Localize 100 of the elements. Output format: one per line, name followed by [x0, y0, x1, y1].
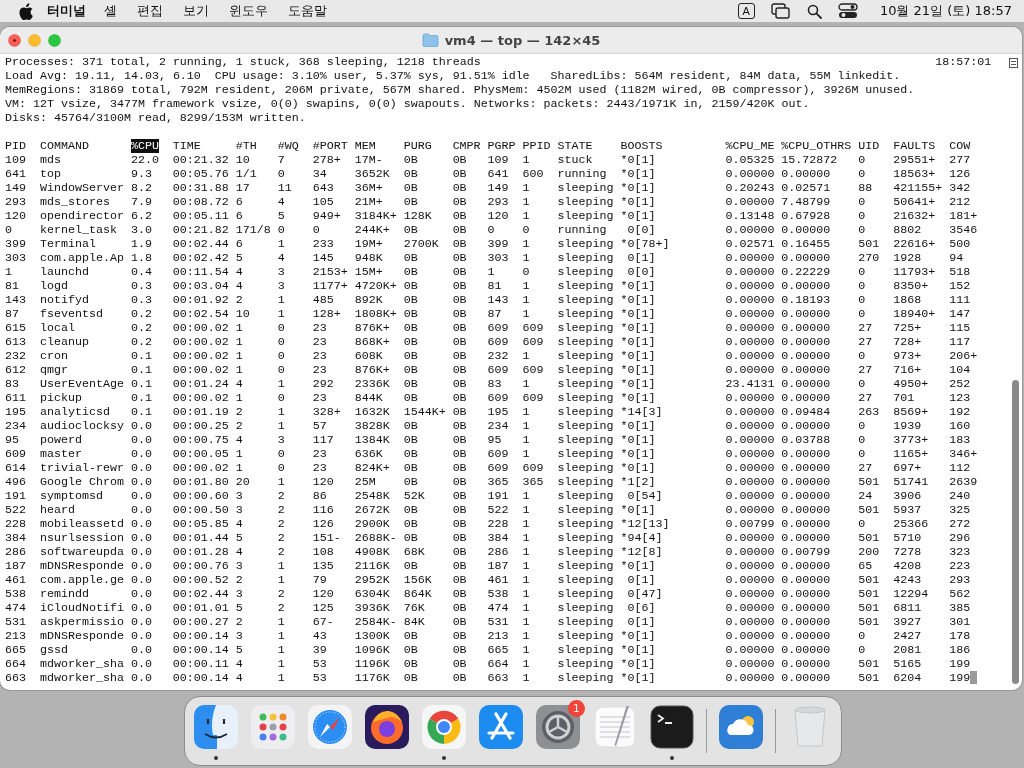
table-cell: *0[1] — [620, 195, 656, 209]
table-cell: 3.0 — [130, 223, 152, 237]
notification-badge: 1 — [568, 700, 585, 717]
table-cell: 2 — [235, 293, 243, 307]
table-cell: 22616+ — [893, 237, 936, 251]
compass-icon[interactable] — [307, 704, 353, 750]
table-cell: kernel_task — [39, 223, 117, 237]
input-source-indicator[interactable]: A — [737, 3, 755, 19]
chrome-icon[interactable] — [421, 704, 467, 750]
menu-item[interactable]: 편집 — [137, 2, 163, 20]
table-cell: 0.00000 — [725, 503, 775, 517]
table-cell: 19M+ — [354, 237, 383, 251]
table-cell: 24 — [858, 489, 873, 503]
table-cell: 664 — [5, 657, 26, 671]
app-store-icon[interactable] — [478, 704, 524, 750]
marks-icon[interactable] — [1009, 58, 1018, 68]
table-cell: 892K — [354, 293, 383, 307]
table-cell: 293 — [487, 195, 509, 209]
table-cell: 1 — [277, 237, 285, 251]
toggles-icon[interactable] — [837, 3, 858, 19]
table-cell: 206+ — [949, 349, 978, 363]
menu-clock[interactable]: 10월 21일 (토) 18:57 — [879, 2, 1012, 20]
table-cell: 4243 — [893, 573, 922, 587]
table-cell: 171/8 — [235, 223, 271, 237]
menu-item[interactable]: 셸 — [104, 2, 117, 20]
table-cell: 1/1 — [235, 167, 257, 181]
table-cell: 00:00.14 — [172, 643, 229, 657]
menu-item[interactable]: 보기 — [183, 2, 209, 20]
table-cell: 149 — [487, 181, 509, 195]
table-cell: pickup — [39, 391, 82, 405]
table-cell: 23 — [312, 447, 327, 461]
menu-item[interactable]: 도움말 — [288, 2, 327, 20]
table-cell: 1 — [522, 307, 530, 321]
table-cell: 0.00000 — [725, 643, 775, 657]
table-cell: 1 — [522, 279, 530, 293]
table-cell: 00:02.42 — [172, 251, 229, 265]
table-cell: 973+ — [893, 349, 922, 363]
apple-icon[interactable] — [19, 2, 33, 20]
table-cell: 2081 — [893, 643, 922, 657]
weather-icon[interactable] — [718, 704, 764, 750]
table-cell: 27 — [858, 461, 873, 475]
table-cell: 191 — [487, 489, 509, 503]
table-cell: 0.1 — [130, 391, 152, 405]
table-cell: 23 — [312, 335, 327, 349]
table-cell: 1 — [522, 629, 530, 643]
folder-icon — [421, 33, 439, 47]
table-cell: 421155+ — [893, 181, 943, 195]
table-cell: 1 — [522, 601, 530, 615]
table-cell: 1.9 — [130, 237, 152, 251]
table-cell: 120 — [5, 209, 26, 223]
windows-icon[interactable] — [770, 3, 791, 19]
table-cell: 109 — [5, 153, 26, 167]
table-cell: 0.00000 — [725, 419, 775, 433]
table-cell: 0.0 — [130, 503, 152, 517]
table-cell: 2 — [235, 405, 243, 419]
table-cell: 1808K+ — [354, 307, 397, 321]
notepad-icon[interactable] — [592, 704, 638, 750]
table-cell: 3828K — [354, 419, 390, 433]
close-button[interactable] — [8, 33, 21, 47]
terminal-icon[interactable] — [649, 704, 695, 750]
table-cell: 0B — [452, 643, 467, 657]
table-cell: *0[1] — [620, 349, 656, 363]
table-cell: 0 — [858, 433, 866, 447]
table-cell: 636K — [354, 447, 383, 461]
table-cell: 0.00000 — [725, 545, 775, 559]
app-menu[interactable]: 터미널 — [47, 2, 86, 20]
table-cell: running — [557, 167, 607, 181]
table-cell: 244K+ — [354, 223, 390, 237]
launchpad-icon[interactable] — [250, 704, 296, 750]
menu-item[interactable]: 윈도우 — [229, 2, 268, 20]
table-cell: 0B — [403, 433, 418, 447]
table-cell: 612 — [5, 363, 26, 377]
table-cell: 0B — [452, 447, 467, 461]
finder-icon[interactable] — [193, 704, 239, 750]
table-cell: 270 — [858, 251, 880, 265]
table-cell: 83 — [487, 377, 502, 391]
table-cell: 15M+ — [354, 265, 383, 279]
table-cell: 223 — [949, 559, 971, 573]
table-cell: analyticsd — [39, 405, 110, 419]
column-header: COW — [949, 139, 971, 153]
table-cell: 0.00000 — [725, 279, 775, 293]
table-cell: 664 — [487, 657, 509, 671]
table-cell: 0.0 — [130, 461, 152, 475]
table-cell: 50641+ — [893, 195, 936, 209]
scrollbar-thumb[interactable] — [1012, 380, 1019, 684]
table-cell: 697+ — [893, 461, 922, 475]
fox-icon[interactable] — [364, 704, 410, 750]
table-cell: 21632+ — [893, 209, 936, 223]
table-cell: 2688K- — [354, 531, 397, 545]
search-icon[interactable] — [806, 3, 822, 19]
table-cell: 2672K — [354, 503, 390, 517]
table-cell: sleeping — [557, 363, 614, 377]
table-cell: *1[2] — [620, 475, 656, 489]
table-cell: 27 — [858, 321, 873, 335]
table-cell: 2116K — [354, 559, 390, 573]
table-cell: 95 — [487, 433, 502, 447]
settings-icon[interactable] — [535, 704, 581, 750]
table-cell: 0B — [452, 573, 467, 587]
table-cell: 6204 — [893, 671, 922, 685]
table-cell: 0B — [452, 503, 467, 517]
